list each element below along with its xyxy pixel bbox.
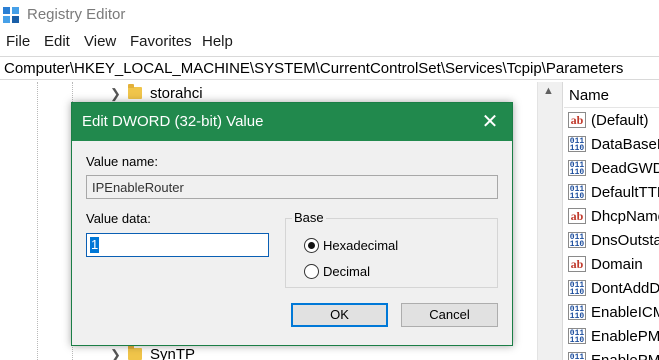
value-name-text: IPEnableRouter bbox=[92, 180, 184, 195]
value-row[interactable]: 011 110 DnsOutsta bbox=[564, 229, 659, 253]
base-label: Base bbox=[292, 210, 326, 225]
column-header-name[interactable]: Name bbox=[564, 82, 659, 108]
base-group: Base Hexadecimal Decimal bbox=[285, 210, 498, 288]
dialog-titlebar: Edit DWORD (32-bit) Value ✕ bbox=[72, 103, 512, 141]
value-row[interactable]: ab Domain bbox=[564, 253, 659, 277]
radio-button[interactable] bbox=[304, 264, 319, 279]
menu-bar: File Edit View Favorites Help bbox=[0, 31, 659, 53]
value-name-field: IPEnableRouter bbox=[86, 175, 498, 199]
tree-item-syntp[interactable]: ❯ SynTP bbox=[110, 345, 410, 360]
dword-value-icon: 011 110 bbox=[568, 136, 586, 153]
folder-icon bbox=[128, 84, 142, 99]
value-row[interactable]: 011 110 EnablePMT bbox=[564, 325, 659, 349]
radio-label: Decimal bbox=[323, 264, 370, 279]
address-path[interactable]: Computer\HKEY_LOCAL_MACHINE\SYSTEM\Curre… bbox=[4, 60, 623, 77]
value-row[interactable]: 011 110 EnablePMT bbox=[564, 349, 659, 360]
menu-file[interactable]: File bbox=[6, 33, 30, 50]
value-row[interactable]: ab (Default) bbox=[564, 109, 659, 133]
chevron-right-icon[interactable]: ❯ bbox=[110, 347, 121, 360]
tree-item-label: SynTP bbox=[150, 346, 196, 360]
value-data-label: Value data: bbox=[86, 211, 151, 226]
registry-editor-icon bbox=[3, 7, 19, 23]
value-data-text: 1 bbox=[90, 237, 100, 253]
dword-value-icon: 011 110 bbox=[568, 328, 586, 345]
string-value-icon: ab bbox=[568, 208, 586, 224]
close-icon[interactable]: ✕ bbox=[476, 109, 504, 135]
tree-item-label: storahci bbox=[150, 85, 203, 102]
string-value-icon: ab bbox=[568, 112, 586, 128]
column-header-label: Name bbox=[569, 87, 610, 104]
tree-guide-line bbox=[37, 82, 38, 360]
string-value-icon: ab bbox=[568, 256, 586, 272]
value-row[interactable]: 011 110 EnableICM bbox=[564, 301, 659, 325]
pane-splitter[interactable] bbox=[559, 82, 563, 360]
dword-value-icon: 011 110 bbox=[568, 304, 586, 321]
menu-favorites[interactable]: Favorites bbox=[130, 33, 192, 50]
value-name: EnablePMT bbox=[591, 352, 659, 360]
cancel-button[interactable]: Cancel bbox=[401, 303, 498, 327]
folder-icon bbox=[128, 345, 142, 360]
value-row[interactable]: 011 110 DataBaseP bbox=[564, 133, 659, 157]
value-name: DontAddD bbox=[591, 280, 659, 297]
menu-help[interactable]: Help bbox=[202, 33, 233, 50]
ok-button[interactable]: OK bbox=[291, 303, 388, 327]
value-row[interactable]: 011 110 DeadGWD bbox=[564, 157, 659, 181]
value-name: Domain bbox=[591, 256, 643, 273]
value-data-input[interactable]: 1 bbox=[86, 233, 269, 257]
dword-value-icon: 011 110 bbox=[568, 352, 586, 360]
value-row[interactable]: ab DhcpName bbox=[564, 205, 659, 229]
address-bar[interactable]: Computer\HKEY_LOCAL_MACHINE\SYSTEM\Curre… bbox=[0, 56, 659, 80]
value-row[interactable]: 011 110 DontAddD bbox=[564, 277, 659, 301]
value-name: (Default) bbox=[591, 112, 649, 129]
dword-value-icon: 011 110 bbox=[568, 184, 586, 201]
menu-edit[interactable]: Edit bbox=[44, 33, 70, 50]
edit-dword-dialog: Edit DWORD (32-bit) Value ✕ Value name: … bbox=[71, 102, 513, 346]
value-name-label: Value name: bbox=[86, 154, 159, 169]
app-title: Registry Editor bbox=[27, 6, 126, 23]
value-name: EnablePMT bbox=[591, 328, 659, 345]
radio-label: Hexadecimal bbox=[323, 238, 399, 253]
tree-scrollbar[interactable]: ▲ bbox=[537, 82, 559, 360]
value-name: DefaultTTL bbox=[591, 184, 659, 201]
dword-value-icon: 011 110 bbox=[568, 232, 586, 249]
chevron-right-icon[interactable]: ❯ bbox=[110, 86, 121, 102]
values-pane[interactable]: Name ab (Default) 011 110 DataBaseP 011 110 D… bbox=[564, 82, 659, 360]
value-name: DeadGWD bbox=[591, 160, 659, 177]
menu-view[interactable]: View bbox=[84, 33, 116, 50]
value-name: EnableICM bbox=[591, 304, 659, 321]
value-name: DnsOutsta bbox=[591, 232, 659, 249]
dword-value-icon: 011 110 bbox=[568, 160, 586, 177]
window-titlebar: Registry Editor bbox=[0, 0, 659, 30]
value-name: DhcpName bbox=[591, 208, 659, 225]
dialog-title: Edit DWORD (32-bit) Value bbox=[82, 113, 264, 130]
value-row[interactable]: 011 110 DefaultTTL bbox=[564, 181, 659, 205]
scroll-up-icon[interactable]: ▲ bbox=[543, 85, 554, 97]
radio-button[interactable] bbox=[304, 238, 319, 253]
value-name: DataBaseP bbox=[591, 136, 659, 153]
dword-value-icon: 011 110 bbox=[568, 280, 586, 297]
